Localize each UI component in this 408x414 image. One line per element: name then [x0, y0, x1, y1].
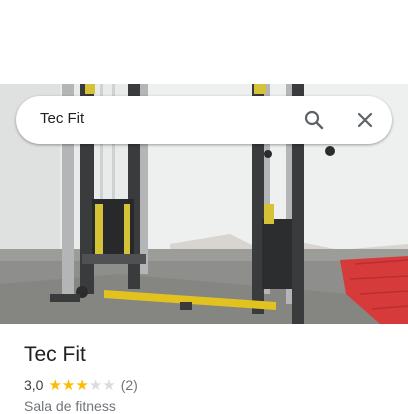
search-bar[interactable]: Tec Fit — [16, 96, 392, 144]
star-icon: ★ — [88, 376, 103, 394]
map-top-area — [0, 0, 408, 84]
reviews-count[interactable]: (2) — [121, 377, 138, 393]
star-icon: ★ — [61, 376, 76, 394]
place-category: Sala de fitness — [24, 398, 116, 414]
place-details-panel[interactable]: Tec Fit 3,0 ★ ★ ★ ★ ★ (2) Sala de fitnes… — [0, 324, 408, 414]
star-icon: ★ — [48, 376, 62, 394]
star-icon: ★ — [102, 376, 116, 394]
search-input[interactable]: Tec Fit — [40, 110, 84, 127]
search-icon — [304, 110, 324, 130]
close-button[interactable] — [351, 106, 379, 134]
rating-row[interactable]: 3,0 ★ ★ ★ ★ ★ (2) — [24, 376, 138, 394]
star-icon: ★ — [75, 376, 89, 394]
place-title: Tec Fit — [24, 343, 86, 366]
search-button[interactable] — [300, 106, 328, 134]
rating-value: 3,0 — [24, 377, 44, 393]
close-icon — [357, 112, 373, 128]
rating-stars: ★ ★ ★ ★ ★ — [48, 378, 115, 393]
